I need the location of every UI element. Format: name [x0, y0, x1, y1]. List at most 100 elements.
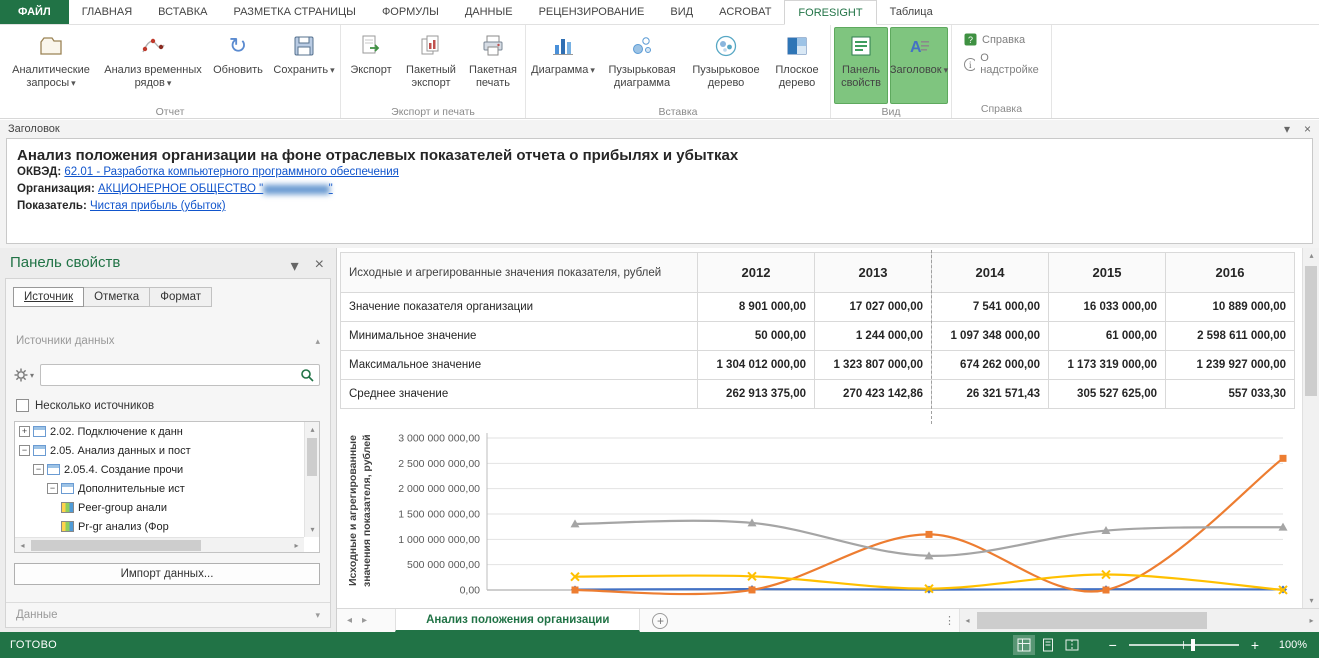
about-addin-button[interactable]: i О надстройке [958, 49, 1047, 79]
cell[interactable]: 1 239 927 000,00 [1166, 351, 1295, 380]
page-layout-view-button[interactable] [1037, 635, 1059, 655]
collapse-icon[interactable]: − [19, 445, 30, 456]
tree-item[interactable]: −2.05. Анализ данных и пост [15, 441, 304, 460]
pane-close-icon[interactable] [1304, 123, 1311, 135]
scroll-left-icon[interactable] [15, 538, 30, 553]
sheet-tab-active[interactable]: Анализ положения организации [395, 609, 640, 632]
scroll-left-icon[interactable] [960, 613, 975, 628]
scrollbar-thumb[interactable] [1305, 266, 1317, 396]
pane-menu-icon[interactable] [291, 256, 299, 276]
zoom-in-button[interactable]: + [1247, 638, 1263, 652]
settings-gear-button[interactable] [14, 368, 34, 382]
header-toggle-button[interactable]: A Заголовок [890, 27, 948, 104]
okved-link[interactable]: 62.01 - Разработка компьютерного програм… [64, 166, 398, 178]
scrollbar-thumb[interactable] [977, 612, 1207, 629]
tab-insert[interactable]: ВСТАВКА [145, 0, 220, 24]
cell[interactable]: 674 262 000,00 [932, 351, 1049, 380]
year-header[interactable]: 2012 [698, 253, 815, 293]
tree-item[interactable]: −Дополнительные ист [15, 479, 304, 498]
chart-button[interactable]: Диаграмма [529, 27, 597, 104]
cell[interactable]: 1 323 807 000,00 [815, 351, 932, 380]
zoom-out-button[interactable]: − [1105, 638, 1121, 652]
tree-item[interactable]: Peer-group анали [15, 498, 304, 517]
tab-file[interactable]: ФАЙЛ [0, 0, 69, 24]
cell[interactable]: 10 889 000,00 [1166, 293, 1295, 322]
row-label[interactable]: Значение показателя организации [341, 293, 698, 322]
scroll-up-icon[interactable] [305, 422, 320, 437]
next-sheet-icon[interactable] [362, 615, 367, 626]
year-header[interactable]: 2014 [932, 253, 1049, 293]
worksheet-horizontal-scrollbar[interactable] [959, 609, 1319, 632]
bubble-chart-button[interactable]: Пузырьковая диаграмма [599, 27, 685, 104]
year-header[interactable]: 2016 [1166, 253, 1295, 293]
cell[interactable]: 50 000,00 [698, 322, 815, 351]
bubble-tree-button[interactable]: Пузырьковое дерево [687, 27, 765, 104]
properties-panel-toggle-button[interactable]: Панель свойств [834, 27, 888, 104]
cell[interactable]: 1 244 000,00 [815, 322, 932, 351]
cell[interactable]: 16 033 000,00 [1049, 293, 1166, 322]
cell[interactable]: 61 000,00 [1049, 322, 1166, 351]
indicator-link[interactable]: Чистая прибыль (убыток) [90, 200, 226, 212]
analytical-queries-button[interactable]: Аналитические запросы [3, 27, 99, 104]
scrollbar-thumb[interactable] [307, 438, 317, 476]
treemap-button[interactable]: Плоское дерево [767, 27, 827, 104]
scroll-right-icon[interactable] [289, 538, 304, 553]
tree-item[interactable]: Pr-gr анализ (Фор [15, 517, 304, 536]
tab-table[interactable]: Таблица [877, 0, 946, 24]
tab-foresight[interactable]: FORESIGHT [784, 0, 876, 25]
scroll-right-icon[interactable] [1304, 613, 1319, 628]
tab-format[interactable]: Формат [149, 287, 212, 307]
scroll-up-icon[interactable] [1303, 248, 1319, 263]
pane-close-icon[interactable] [315, 256, 324, 276]
tab-home[interactable]: ГЛАВНАЯ [69, 0, 145, 24]
tab-splitter-handle[interactable] [944, 614, 955, 627]
tab-view[interactable]: ВИД [657, 0, 706, 24]
checkbox-unchecked-icon[interactable] [16, 399, 29, 412]
scroll-down-icon[interactable] [305, 522, 320, 537]
tab-data[interactable]: ДАННЫЕ [452, 0, 526, 24]
cell[interactable]: 262 913 375,00 [698, 380, 815, 409]
row-label[interactable]: Минимальное значение [341, 322, 698, 351]
multiple-sources-checkbox-row[interactable]: Несколько источников [16, 399, 154, 412]
cell[interactable]: 7 541 000,00 [932, 293, 1049, 322]
cell[interactable]: 8 901 000,00 [698, 293, 815, 322]
refresh-button[interactable]: Обновить [207, 27, 269, 104]
batch-export-button[interactable]: Пакетный экспорт [400, 27, 462, 104]
table-title-cell[interactable]: Исходные и агрегированные значения показ… [341, 253, 698, 293]
scroll-down-icon[interactable] [1303, 593, 1319, 608]
tree-item[interactable]: −2.05.4. Создание прочи [15, 460, 304, 479]
tab-formulas[interactable]: ФОРМУЛЫ [369, 0, 452, 24]
expand-section-icon[interactable] [315, 610, 320, 621]
tab-source[interactable]: Источник [13, 287, 84, 307]
pane-menu-icon[interactable] [1284, 123, 1290, 135]
zoom-slider[interactable] [1129, 644, 1239, 646]
worksheet-vertical-scrollbar[interactable] [1302, 248, 1319, 608]
search-icon[interactable] [300, 368, 314, 382]
collapse-icon[interactable]: − [33, 464, 44, 475]
page-break-view-button[interactable] [1061, 635, 1083, 655]
year-header[interactable]: 2013 [815, 253, 932, 293]
tab-review[interactable]: РЕЦЕНЗИРОВАНИЕ [526, 0, 658, 24]
row-label[interactable]: Максимальное значение [341, 351, 698, 380]
cell[interactable]: 17 027 000,00 [815, 293, 932, 322]
cell[interactable]: 557 033,30 [1166, 380, 1295, 409]
add-sheet-button[interactable]: + [652, 613, 668, 629]
data-section-header[interactable]: Данные [6, 602, 330, 621]
search-input[interactable] [40, 364, 320, 386]
organization-link[interactable]: АКЦИОНЕРНОЕ ОБЩЕСТВО "██████████████" [98, 183, 333, 195]
expand-icon[interactable]: + [19, 426, 30, 437]
help-button[interactable]: ? Справка [958, 30, 1031, 49]
cell[interactable]: 1 097 348 000,00 [932, 322, 1049, 351]
tab-mark[interactable]: Отметка [83, 287, 150, 307]
tree-item[interactable]: +2.02. Подключение к данн [15, 422, 304, 441]
cell[interactable]: 1 173 319 000,00 [1049, 351, 1166, 380]
collapse-section-icon[interactable] [315, 336, 320, 347]
import-data-button[interactable]: Импорт данных... [14, 563, 320, 585]
tree-vertical-scrollbar[interactable] [304, 422, 319, 537]
tab-page-layout[interactable]: РАЗМЕТКА СТРАНИЦЫ [220, 0, 368, 24]
cell[interactable]: 26 321 571,43 [932, 380, 1049, 409]
cell[interactable]: 270 423 142,86 [815, 380, 932, 409]
collapse-icon[interactable]: − [47, 483, 58, 494]
data-sources-section-header[interactable]: Источники данных [6, 335, 330, 347]
row-label[interactable]: Среднее значение [341, 380, 698, 409]
